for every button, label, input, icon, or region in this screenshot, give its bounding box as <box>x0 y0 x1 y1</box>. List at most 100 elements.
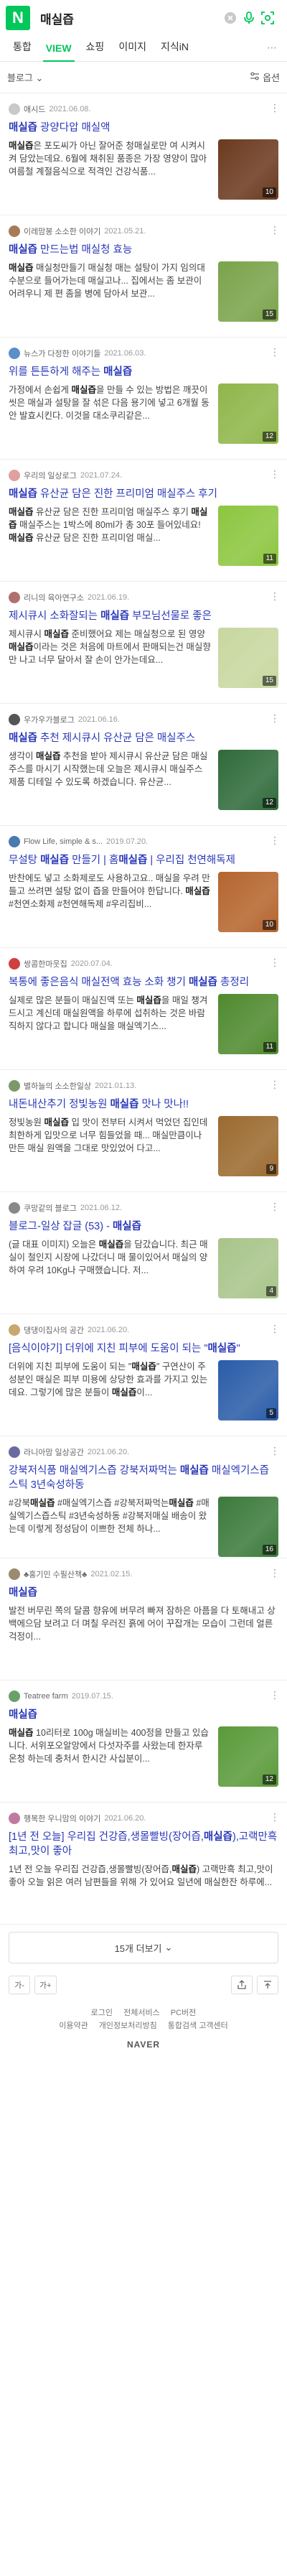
author-avatar[interactable] <box>9 592 20 603</box>
result-title[interactable]: 매실즙 유산균 담은 진한 프리미엄 매실주스 후기 <box>9 487 278 501</box>
share-icon[interactable] <box>231 1976 253 1994</box>
footer-link-login[interactable]: 로그인 <box>91 2009 113 2017</box>
result-thumbnail[interactable]: 16 <box>218 1497 278 1557</box>
author-name[interactable]: 댕댕이집사의 공간 <box>24 1324 84 1336</box>
result-item[interactable]: Teatree farm 2019.07.15. ⋮ 매실즙 매실즙 10리터로 100… <box>0 1680 287 1803</box>
result-thumbnail[interactable]: 10 <box>218 872 278 932</box>
footer-link-pc-version[interactable]: PC버전 <box>171 2009 197 2017</box>
author-name[interactable]: 쌍콤한마웃집 <box>24 958 67 970</box>
more-menu-icon[interactable]: ⋮ <box>270 1811 280 1823</box>
author-avatar[interactable] <box>9 958 20 970</box>
more-menu-icon[interactable]: ⋮ <box>270 1445 280 1457</box>
result-item[interactable]: 이레맘봉 소소한 이야기 2021.05.21. ⋮ 매실즙 만드는법 매실청 효능 매… <box>0 215 287 338</box>
result-title[interactable]: 제시큐시 소화잘되는 매실즙 부모님선물로 좋은 <box>9 609 278 623</box>
author-name[interactable]: 리니의 육아연구소 <box>24 592 84 603</box>
result-thumbnail[interactable]: 11 <box>218 994 278 1054</box>
result-title[interactable]: 매실즙 추천 제시큐시 유산균 담은 매실주스 <box>9 731 278 745</box>
author-avatar[interactable] <box>9 1691 20 1702</box>
font-smaller-button[interactable]: 가- <box>9 1976 30 1994</box>
result-item[interactable]: 쌍콤한마웃집 2020.07.04. ⋮ 복통에 좋은음식 매실전액 효능 소화 챙기… <box>0 948 287 1070</box>
result-item[interactable]: 우가우가블로그 2021.06.16. ⋮ 매실즙 추천 제시큐시 유산균 담은 매실… <box>0 704 287 826</box>
result-thumbnail[interactable]: 9 <box>218 1116 278 1176</box>
author-name[interactable]: 애시드 <box>24 103 45 115</box>
more-menu-icon[interactable]: ⋮ <box>270 712 280 725</box>
author-avatar[interactable] <box>9 1202 20 1214</box>
more-menu-icon[interactable]: ⋮ <box>270 957 280 969</box>
naver-logo[interactable]: N <box>6 6 30 30</box>
author-name[interactable]: 우리의 일상로그 <box>24 470 77 481</box>
result-item[interactable]: 뉴스가 다정한 이야기들 2021.06.03. ⋮ 위를 튼튼하게 해주는 매실즙 가… <box>0 338 287 460</box>
lens-search-icon[interactable] <box>258 9 277 27</box>
footer-link-terms[interactable]: 이용약관 <box>59 2022 88 2030</box>
more-menu-icon[interactable]: ⋮ <box>270 1323 280 1335</box>
author-avatar[interactable] <box>9 714 20 725</box>
result-item[interactable]: Flow Life, simple & s... 2019.07.20. ⋮ 무설탕 … <box>0 826 287 948</box>
result-thumbnail[interactable]: 5 <box>218 1360 278 1420</box>
scroll-top-icon[interactable] <box>257 1976 278 1994</box>
result-item[interactable]: 라니아맘 일상공간 2021.06.20. ⋮ 강북저식품 매실엑기스즙 강북저짜먹는… <box>0 1436 287 1558</box>
scope-select[interactable]: 블로그 ⌄ <box>7 70 43 84</box>
result-title[interactable]: 복통에 좋은음식 매실전액 효능 소화 챙기 매실즙 총정리 <box>9 975 278 990</box>
author-avatar[interactable] <box>9 1324 20 1336</box>
more-menu-icon[interactable]: ⋮ <box>270 1689 280 1701</box>
font-larger-button[interactable]: 가+ <box>34 1976 57 1994</box>
more-menu-icon[interactable]: ⋮ <box>270 102 280 114</box>
result-title[interactable]: [음식이야기] 더위에 지친 피부에 도움이 되는 "매실즙" <box>9 1342 278 1356</box>
result-thumbnail[interactable]: 12 <box>218 750 278 810</box>
tab-image[interactable]: 이미지 <box>111 39 154 61</box>
author-name[interactable]: 뉴스가 다정한 이야기들 <box>24 348 100 359</box>
result-item[interactable]: 쿠망같의 블로그 2021.06.12. ⋮ 블로그-일상 잡글 (53) - 매실즙… <box>0 1192 287 1314</box>
result-title[interactable]: 위를 튼튼하게 해주는 매실즙 <box>9 365 278 379</box>
load-more-button[interactable]: 15개 더보기 ⌄ <box>9 1932 278 1963</box>
tab-kin[interactable]: 지식iN <box>154 39 196 61</box>
result-item[interactable]: 애시드 2021.06.08. ⋮ 매실즙 광양다압 매실액 매실즙은 포도씨가 아닌 … <box>0 93 287 215</box>
author-avatar[interactable] <box>9 1568 20 1580</box>
footer-link-privacy[interactable]: 개인정보처리방침 <box>99 2022 157 2030</box>
result-thumbnail[interactable]: 11 <box>218 506 278 566</box>
author-avatar[interactable] <box>9 1080 20 1092</box>
author-name[interactable]: Flow Life, simple & s... <box>24 837 103 846</box>
result-thumbnail[interactable]: 10 <box>218 139 278 200</box>
author-name[interactable]: Teatree farm <box>24 1692 68 1701</box>
option-button[interactable]: 옵션 <box>250 70 280 84</box>
result-item[interactable]: 별하늘의 소소한일상 2021.01.13. ⋮ 내돈내산추기 정빛농원 매실즙 맛나… <box>0 1070 287 1192</box>
footer-link-all-services[interactable]: 전체서비스 <box>123 2009 160 2017</box>
more-menu-icon[interactable]: ⋮ <box>270 468 280 480</box>
result-item[interactable]: 행복한 우니맘의 이야기 2021.06.20. ⋮ [1년 전 오늘] 우리집 건강… <box>0 1803 287 1925</box>
author-name[interactable]: 라니아맘 일상공간 <box>24 1446 84 1458</box>
result-title[interactable]: 매실즙 <box>9 1586 278 1600</box>
result-title[interactable]: [1년 전 오늘] 우리집 건강즙,생몰빨빙(장어즙,매실즙),고랙만흑 최고,… <box>9 1830 278 1859</box>
author-avatar[interactable] <box>9 103 20 115</box>
search-input[interactable] <box>40 11 221 25</box>
tab-integrated[interactable]: 통합 <box>6 39 39 61</box>
result-thumbnail[interactable]: 4 <box>218 1238 278 1298</box>
author-avatar[interactable] <box>9 1446 20 1458</box>
author-name[interactable]: 행복한 우니맘의 이야기 <box>24 1813 100 1824</box>
more-menu-icon[interactable]: ⋮ <box>270 1079 280 1091</box>
result-title[interactable]: 내돈내산추기 정빛농원 매실즙 맛나 맛나!! <box>9 1097 278 1112</box>
author-avatar[interactable] <box>9 348 20 359</box>
result-thumbnail[interactable]: 12 <box>218 383 278 444</box>
more-menu-icon[interactable]: ⋮ <box>270 1201 280 1213</box>
search-box[interactable] <box>36 6 281 30</box>
author-name[interactable]: 이레맘봉 소소한 이야기 <box>24 225 100 237</box>
more-menu-icon[interactable]: ⋮ <box>270 346 280 358</box>
author-avatar[interactable] <box>9 836 20 847</box>
tab-more-icon[interactable]: ⋯ <box>263 42 281 61</box>
result-title[interactable]: 매실즙 광양다압 매실액 <box>9 121 278 135</box>
author-name[interactable]: ♣홍기민 수필산책♣ <box>24 1568 87 1580</box>
author-name[interactable]: 별하늘의 소소한일상 <box>24 1080 91 1092</box>
author-avatar[interactable] <box>9 225 20 237</box>
author-name[interactable]: 쿠망같의 블로그 <box>24 1202 77 1214</box>
result-thumbnail[interactable]: 12 <box>218 1726 278 1787</box>
result-title[interactable]: 강북저식품 매실엑기스즙 강북저짜먹는 매실즙 매실엑기스즙스틱 3년숙성하동 <box>9 1464 278 1492</box>
more-menu-icon[interactable]: ⋮ <box>270 590 280 603</box>
tab-shopping[interactable]: 쇼핑 <box>79 39 112 61</box>
more-menu-icon[interactable]: ⋮ <box>270 224 280 236</box>
result-title[interactable]: 매실즙 <box>9 1708 278 1722</box>
author-avatar[interactable] <box>9 470 20 481</box>
footer-link-help[interactable]: 통합검색 고객센터 <box>168 2022 228 2030</box>
result-title[interactable]: 무설탕 매실즙 만들기 | 홈매실즙 | 우리집 천연해독제 <box>9 853 278 868</box>
result-item[interactable]: 댕댕이집사의 공간 2021.06.20. ⋮ [음식이야기] 더위에 지친 피부에 … <box>0 1314 287 1436</box>
tab-view[interactable]: VIEW <box>39 42 79 62</box>
